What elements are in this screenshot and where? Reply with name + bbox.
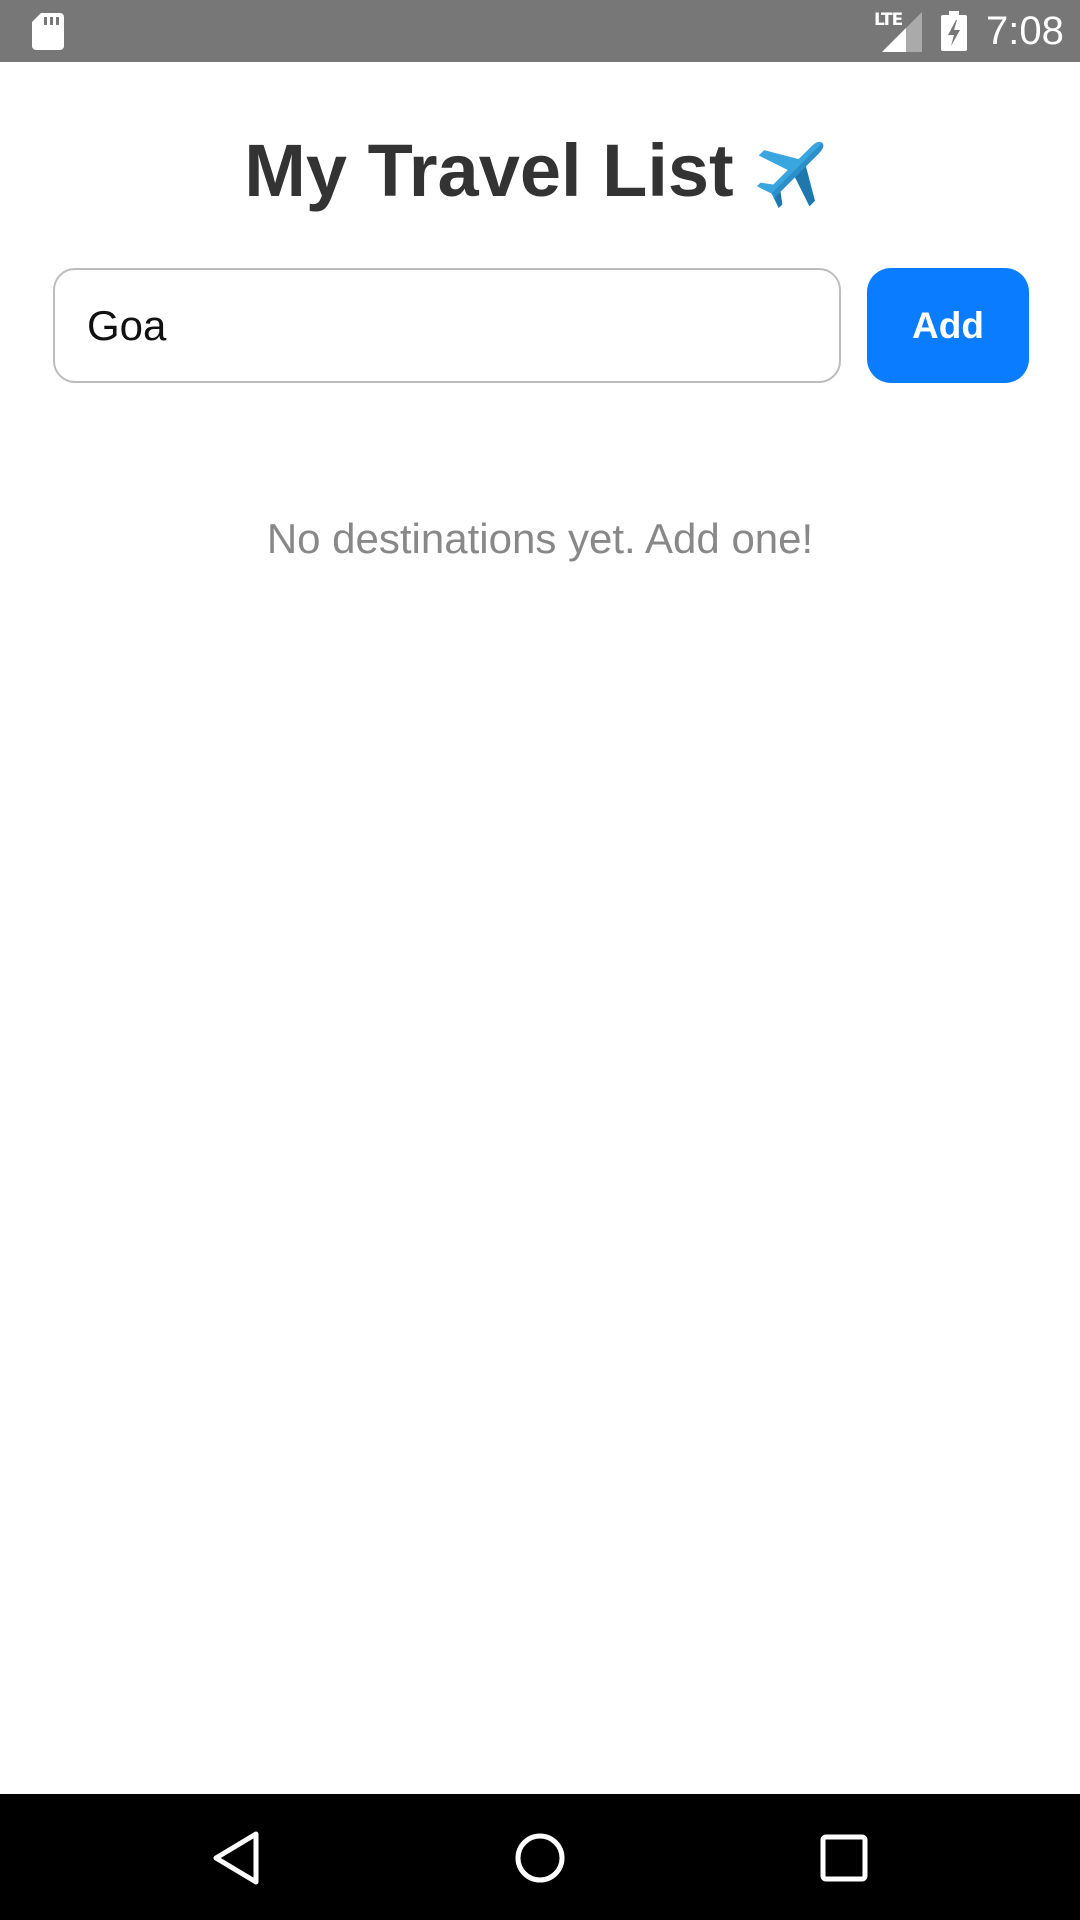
navigation-bar	[0, 1794, 1080, 1920]
screen: LTE 7:08 My Travel List Add No destinati…	[0, 0, 1080, 1920]
clock: 7:08	[986, 9, 1064, 53]
empty-list-message: No destinations yet. Add one!	[266, 515, 814, 562]
battery-charging-icon	[941, 11, 967, 51]
airplane-icon	[756, 141, 823, 209]
back-icon[interactable]	[200, 1822, 272, 1894]
destination-input[interactable]	[53, 268, 841, 383]
title-row: My Travel List	[0, 120, 1080, 220]
sd-card-icon	[32, 13, 64, 50]
home-icon[interactable]	[504, 1822, 576, 1894]
page-title: My Travel List	[244, 128, 734, 212]
recents-icon[interactable]	[808, 1822, 880, 1894]
status-bar: LTE 7:08	[0, 0, 1080, 62]
signal-icon	[882, 12, 922, 52]
add-button[interactable]: Add	[867, 268, 1029, 383]
